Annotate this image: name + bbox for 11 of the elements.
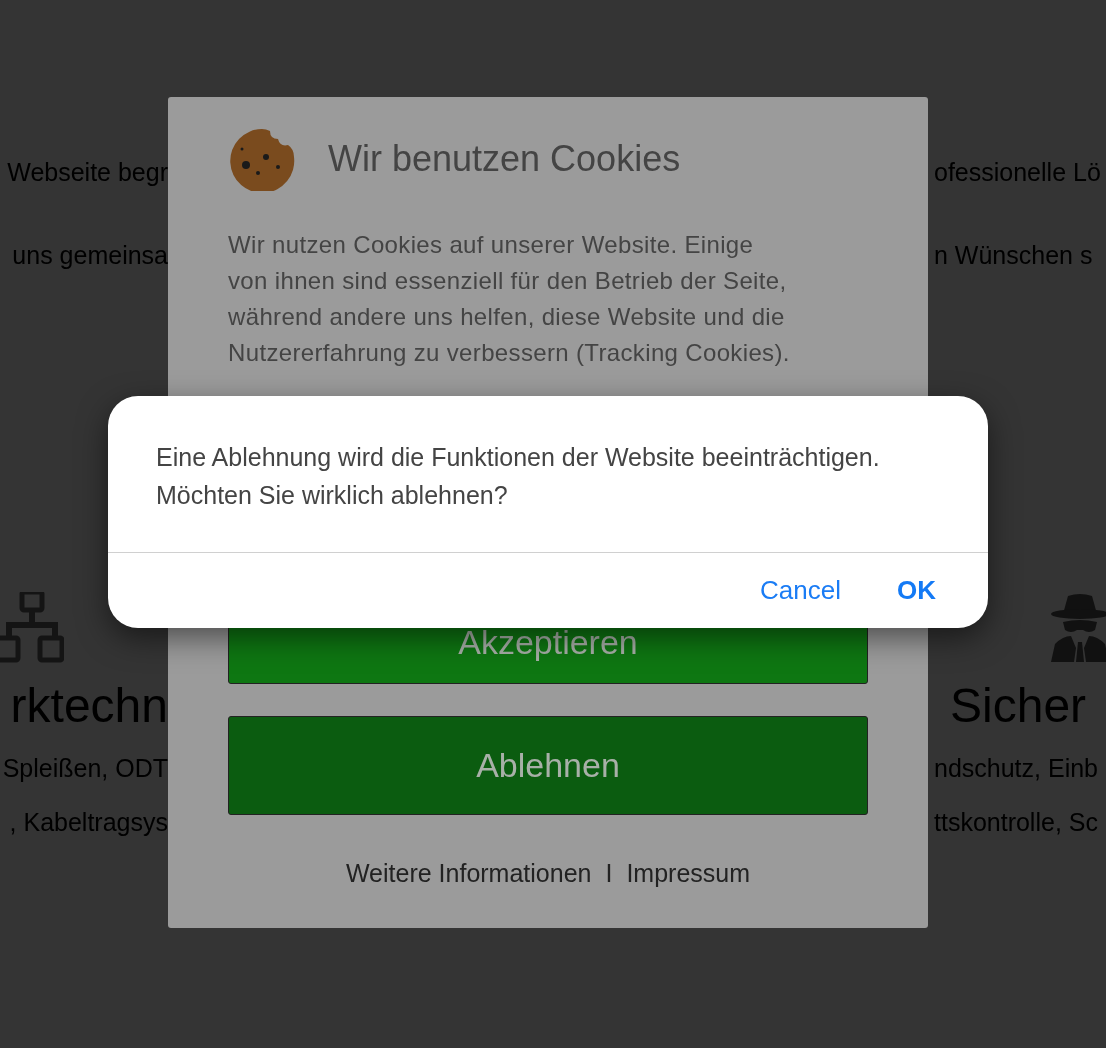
spy-icon [1049,592,1106,662]
cookie-icon [228,127,296,191]
link[interactable]: Impressum [626,854,751,892]
alert-message: Eine Ablehnung wird die Funktionen der Website beeinträchtigen. Möchten Sie wirklich ablehnen? [155,442,881,511]
network-icon [0,592,64,664]
banner-text: Wir nutzen Cookies auf unserer Website. Einige von ihnen sind essenziell für den Betrieb der Seite, während andere uns helfen, diese Website und die Nutzererfahrung zu verbessern (Tracking Cookies). [228,230,791,368]
decline-button[interactable]: Ablehnen [228,715,868,815]
link-separator: I [605,857,613,889]
link[interactable]: Weitere Informationen [345,854,592,892]
banner-title: Wir benutzen Cookies [328,137,681,181]
ok-button[interactable]: OK [897,571,936,610]
